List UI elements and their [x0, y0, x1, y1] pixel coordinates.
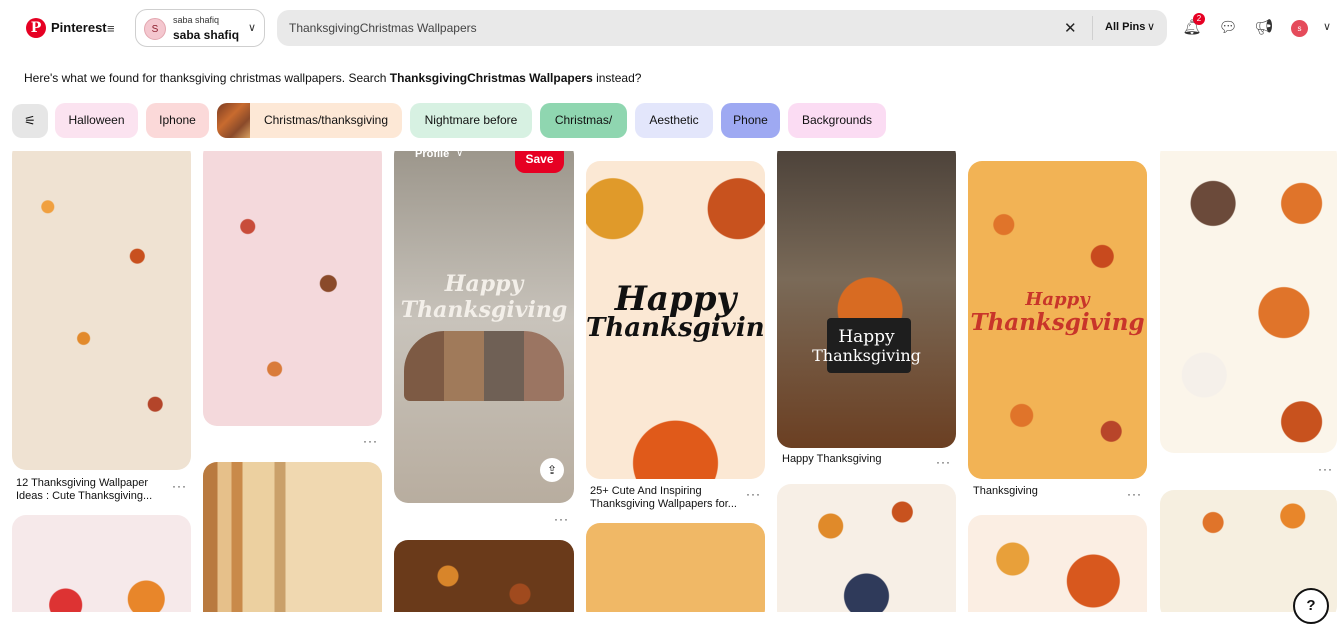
pin-image-turkeys[interactable] — [12, 515, 191, 612]
search-scope-dropdown[interactable]: All Pins — [1105, 21, 1145, 33]
chip-nightmare-before[interactable]: Nightmare before — [410, 103, 532, 138]
updates-icon[interactable]: 📢︎ — [1254, 18, 1274, 38]
clear-search-icon[interactable]: ✕ — [1064, 19, 1077, 37]
chip-aesthetic[interactable]: Aesthetic — [635, 103, 713, 138]
chevron-down-icon: ∨ — [456, 151, 464, 159]
suggestion-link[interactable]: ThanksgivingChristmas Wallpapers — [390, 71, 593, 85]
more-options-icon[interactable]: ··· — [746, 487, 761, 501]
pin-image-cute-turkeys[interactable] — [1160, 151, 1337, 453]
search-divider — [1092, 16, 1093, 40]
pin-image-gnomes[interactable]: Happy Thanksgiving ⇪ — [394, 151, 574, 503]
chip-backgrounds[interactable]: Backgrounds — [788, 103, 886, 138]
chip-christmas[interactable]: Christmas/ — [540, 103, 627, 138]
chevron-down-icon: ∨ — [247, 22, 256, 34]
chip-iphone[interactable]: Iphone — [146, 103, 209, 138]
pin-image-pink-thanksgiving[interactable] — [203, 151, 382, 426]
suggestion-suffix: instead? — [592, 71, 642, 85]
gnome-figures — [404, 331, 564, 401]
chip-label: Nightmare before — [424, 113, 518, 127]
chevron-down-icon: ∨ — [1147, 21, 1156, 33]
chip-label: Aesthetic — [649, 113, 699, 127]
pin-image-brown-pattern[interactable] — [394, 540, 574, 612]
chip-thumbnail — [217, 103, 250, 138]
account-avatar: S — [144, 18, 166, 40]
more-options-icon[interactable]: ··· — [363, 434, 378, 448]
pin-caption[interactable]: Happy Thanksgiving — [782, 453, 881, 466]
save-button[interactable]: Save — [515, 151, 564, 173]
profile-dropdown[interactable]: Profile — [415, 151, 449, 160]
pin-image-happy-thanksgiving-leaves[interactable]: Happy Thanksgiving — [586, 161, 765, 479]
search-input[interactable]: ThanksgivingChristmas Wallpapers — [289, 21, 477, 35]
pin-image-pumpkin-crate[interactable]: Happy Thanksgiving — [777, 151, 956, 448]
chip-halloween[interactable]: Halloween — [55, 103, 138, 138]
more-options-icon[interactable]: ··· — [554, 512, 569, 526]
pin-image-autumn-forest[interactable] — [203, 462, 382, 612]
top-header: P Pinterest ≡ S saba shafiq saba shafiq … — [0, 0, 1337, 56]
search-bar[interactable]: ThanksgivingChristmas Wallpapers ✕ All P… — [277, 10, 1167, 46]
chip-label: Christmas/thanksgiving — [263, 113, 389, 127]
notification-badge: 2 — [1193, 13, 1205, 25]
pinterest-logo-icon[interactable]: P — [26, 18, 46, 38]
pin-title-line-2: Thanksgiving — [586, 313, 765, 343]
search-suggestion: Here's what we found for thanksgiving ch… — [24, 71, 641, 85]
pin-overlay-text: Happy Thanksgiving — [400, 271, 568, 323]
account-label: saba shafiq — [173, 15, 220, 25]
pin-title-line-2: Thanksgiving — [812, 346, 921, 365]
chip-label: Backgrounds — [801, 113, 873, 127]
pin-title-line-2: Thanksgiving — [970, 309, 1145, 336]
account-switcher[interactable]: S saba shafiq saba shafiq ∨ — [135, 9, 265, 47]
chip-christmas-thanksgiving[interactable]: Christmas/thanksgiving — [217, 103, 402, 138]
pin-image-orange-thanksgiving[interactable]: Happy Thanksgiving — [968, 161, 1147, 479]
menu-icon[interactable]: ≡ — [107, 21, 115, 36]
chevron-down-icon[interactable]: ∨ — [1323, 20, 1331, 33]
pin-title-line-1: Happy — [1025, 289, 1090, 310]
chip-label: Christmas/ — [554, 113, 613, 127]
share-icon[interactable]: ⇪ — [540, 458, 564, 482]
chip-phone[interactable]: Phone — [721, 103, 780, 138]
chip-label: Halloween — [68, 113, 125, 127]
account-name: saba shafiq — [173, 28, 240, 42]
pin-image-orange[interactable] — [586, 523, 765, 612]
help-icon[interactable]: ? — [1293, 588, 1329, 624]
pin-image-pumpkin-leaves[interactable] — [968, 515, 1147, 612]
pin-grid: 12 Thanksgiving Wallpaper Ideas : Cute T… — [0, 151, 1337, 612]
pin-image-thanksgiving-pattern[interactable] — [12, 151, 191, 470]
more-options-icon[interactable]: ··· — [172, 479, 187, 493]
profile-avatar[interactable]: s — [1291, 20, 1308, 37]
pin-image-autumn-character[interactable] — [777, 484, 956, 612]
suggestion-prefix: Here's what we found for thanksgiving ch… — [24, 71, 390, 85]
messages-icon[interactable]: 💬︎ — [1218, 18, 1238, 38]
pin-caption[interactable]: Thanksgiving — [973, 485, 1038, 498]
more-options-icon[interactable]: ··· — [1127, 487, 1142, 501]
pin-title-line-1: Happy — [838, 327, 895, 347]
pin-caption[interactable]: 25+ Cute And Inspiring Thanksgiving Wall… — [590, 485, 740, 511]
more-options-icon[interactable]: ··· — [936, 455, 951, 469]
chip-label: Iphone — [159, 113, 196, 127]
pin-caption[interactable]: 12 Thanksgiving Wallpaper Ideas : Cute T… — [16, 477, 156, 503]
filter-icon[interactable]: ⚟ — [12, 104, 48, 138]
brand-name[interactable]: Pinterest — [51, 20, 107, 35]
more-options-icon[interactable]: ··· — [1318, 462, 1333, 476]
chip-label: Phone — [733, 113, 768, 127]
